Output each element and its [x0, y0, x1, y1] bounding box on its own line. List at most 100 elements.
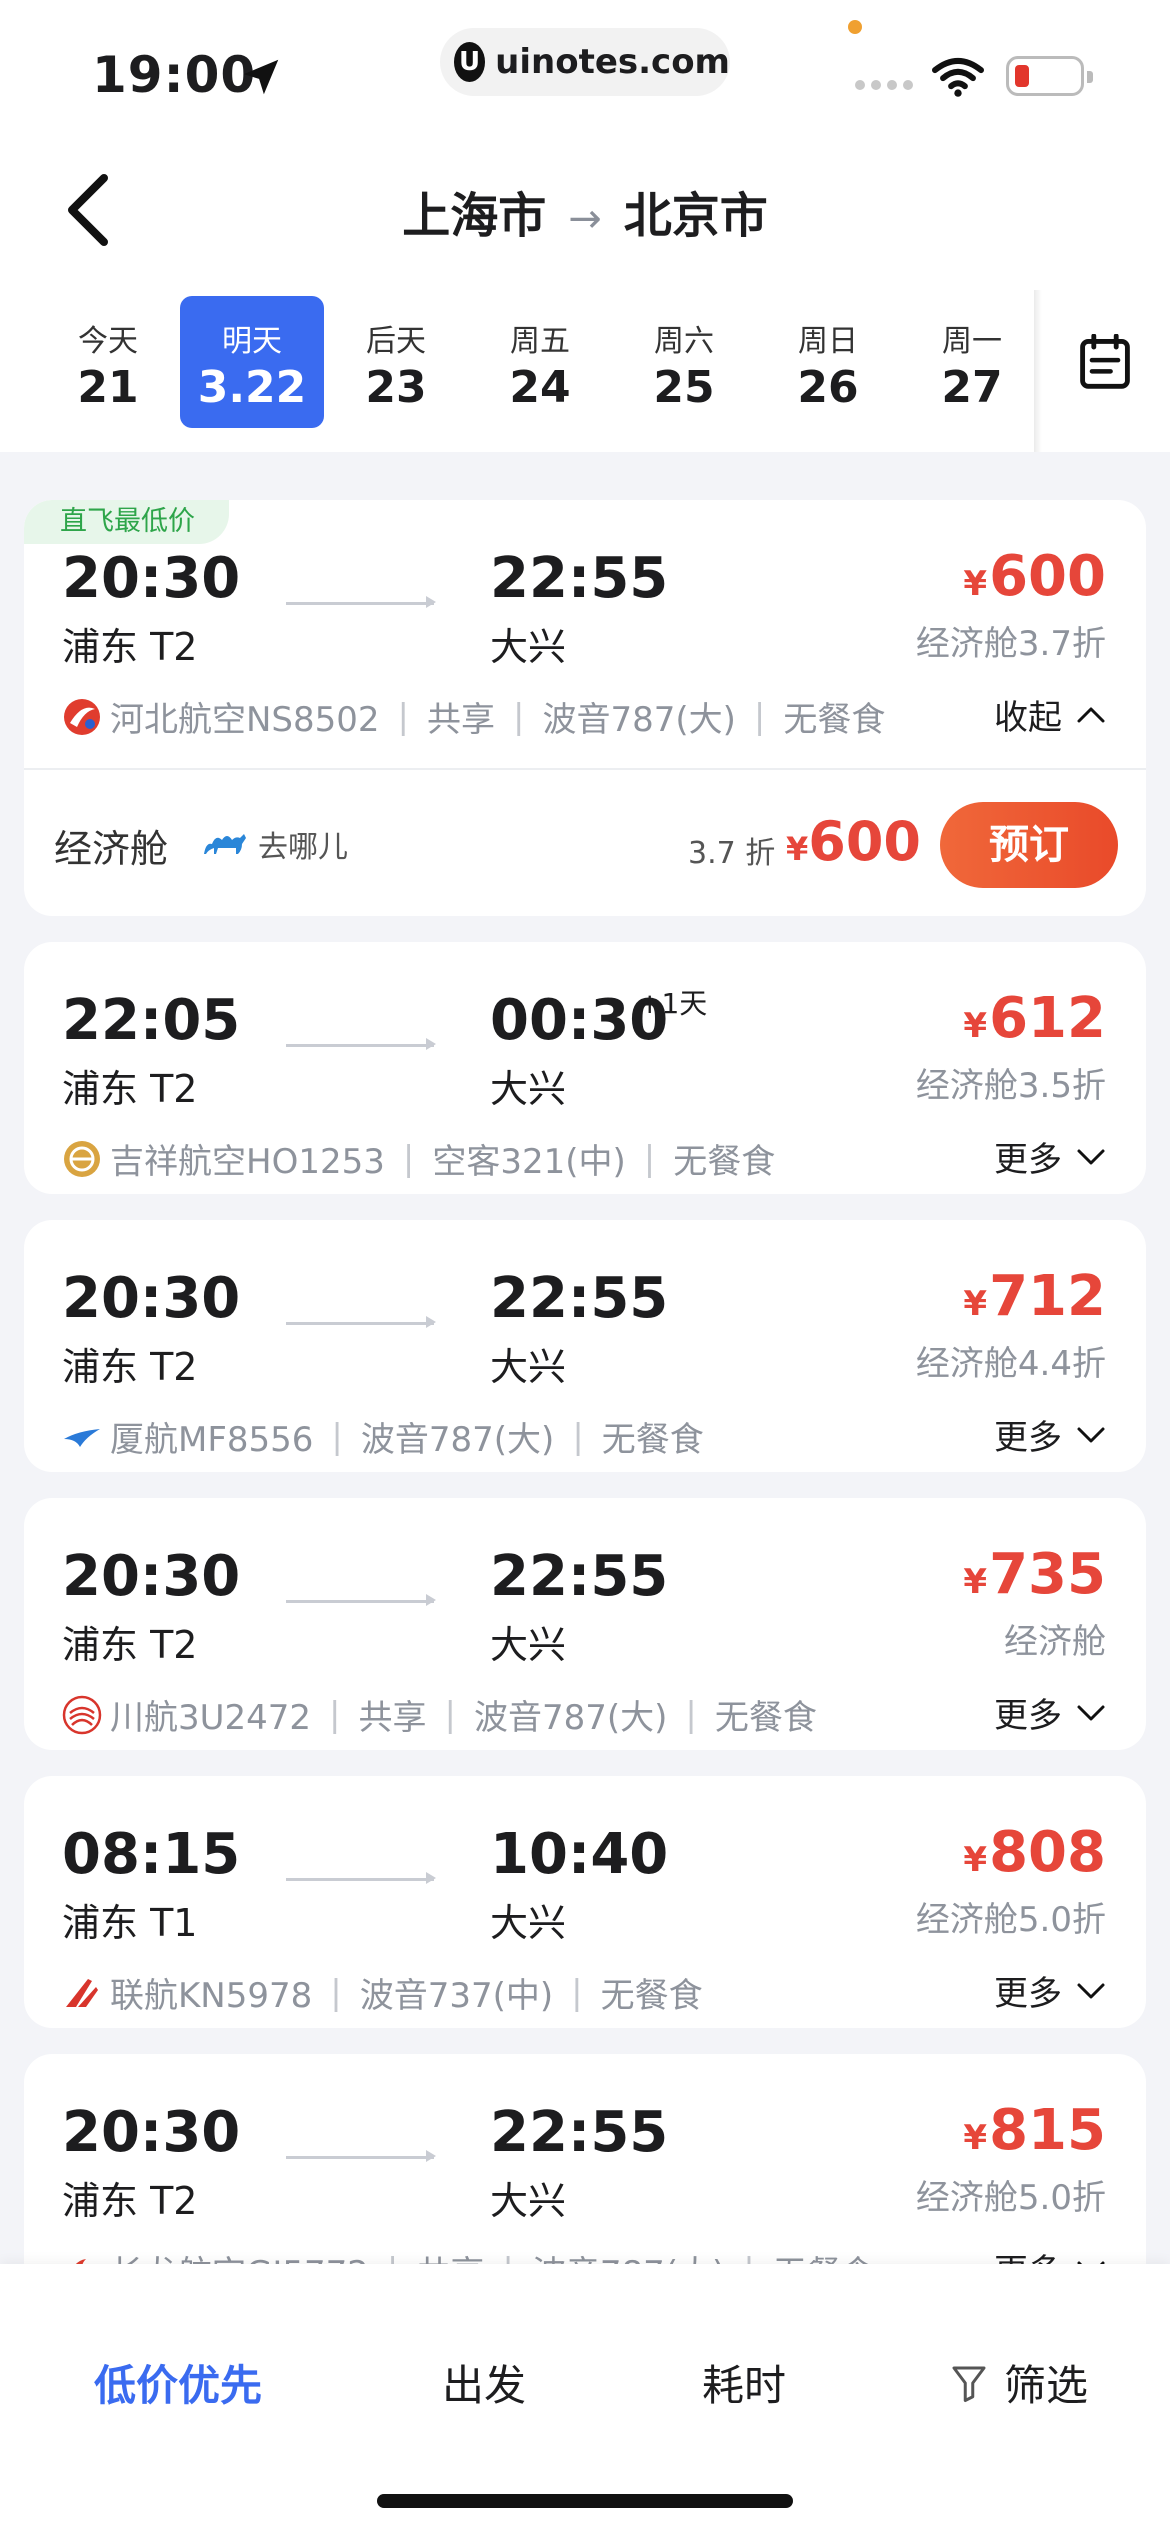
- departure-time: 22:05: [62, 988, 241, 1053]
- toggle-label: 收起: [994, 698, 1062, 738]
- date-day: 3.22: [197, 362, 307, 413]
- meta-divider: |: [685, 1694, 697, 1735]
- book-button[interactable]: 预订: [940, 802, 1118, 888]
- route-arrow-line: [286, 1316, 436, 1328]
- currency-symbol: ¥: [963, 564, 988, 604]
- route-title: 上海市 → 北京市: [0, 176, 1170, 246]
- sort-duration-tab[interactable]: 耗时: [702, 2352, 786, 2413]
- date-item[interactable]: 周一 27: [900, 296, 1044, 428]
- route-arrow-line: [286, 1872, 436, 1884]
- departure-airport: 浦东 T1: [62, 1901, 198, 1945]
- home-indicator[interactable]: [377, 2494, 793, 2508]
- price-value: 612: [989, 986, 1106, 1051]
- more-toggle[interactable]: 更多: [994, 1410, 1106, 1459]
- signal-icon: [855, 80, 913, 90]
- lowest-price-tag: 直飞最低价: [24, 500, 229, 544]
- arrival-time: 22:55: [490, 546, 669, 611]
- meta-divider: |: [643, 1138, 656, 1179]
- date-item[interactable]: 周六 25: [612, 296, 756, 428]
- meal-info: 无餐食: [673, 1142, 776, 1182]
- flight-card[interactable]: 08:15 浦东 T1 10:40 大兴 ¥808 经济舱5.0折 联航KN59…: [24, 1776, 1146, 2028]
- flight-price: ¥600: [963, 544, 1106, 609]
- fare-option-row: 经济舱 去哪儿 3.7 折 ¥600 预订: [24, 768, 1146, 916]
- flight-card[interactable]: 直飞最低价 20:30 浦东 T2 22:55 大兴 ¥600 经济舱3.7折 …: [24, 500, 1146, 916]
- meal-info: 无餐食: [783, 700, 886, 740]
- date-item[interactable]: 今天 21: [36, 296, 180, 428]
- arrival-airport: 大兴: [490, 2179, 567, 2223]
- juneyao-airlines-logo-icon: [64, 1140, 100, 1177]
- date-item[interactable]: 后天 23: [324, 296, 468, 428]
- toggle-label: 更多: [994, 1418, 1062, 1458]
- filter-button[interactable]: 筛选: [950, 2352, 1088, 2413]
- site-logo-icon: U: [454, 42, 486, 82]
- departure-airport: 浦东 T2: [62, 1623, 198, 1667]
- more-toggle[interactable]: 更多: [994, 1132, 1106, 1181]
- route-arrow-line: [286, 1038, 436, 1050]
- chevron-down-icon: [1077, 1149, 1105, 1164]
- currency-symbol: ¥: [963, 1562, 988, 1602]
- meta-divider: |: [402, 1138, 415, 1179]
- flight-meta: 川航3U2472 | 共享 | 波音787(大) | 无餐食: [62, 1690, 817, 1739]
- arrival-airport: 大兴: [490, 625, 567, 669]
- meal-info: 无餐食: [714, 1698, 817, 1738]
- filter-label: 筛选: [1004, 2361, 1089, 2410]
- cabin-discount: 经济舱3.7折: [915, 624, 1106, 664]
- date-day: 26: [797, 362, 859, 413]
- meta-divider: |: [571, 1972, 583, 2013]
- currency-symbol: ¥: [963, 1840, 988, 1880]
- vendor: 去哪儿: [200, 822, 348, 866]
- flight-card[interactable]: 22:05 浦东 T2 00:30 +1天 大兴 ¥612 经济舱3.5折 吉祥…: [24, 942, 1146, 1194]
- departure-time: 20:30: [62, 2100, 241, 2165]
- arrival-airport: 大兴: [490, 1067, 567, 1111]
- date-day: 23: [365, 362, 427, 413]
- location-arrow-icon: [243, 59, 279, 95]
- sort-filter-bar: 低价优先 出发 耗时 筛选: [0, 2264, 1170, 2532]
- flight-card[interactable]: 20:30 浦东 T2 22:55 大兴 ¥712 经济舱4.4折 厦航MF85…: [24, 1220, 1146, 1472]
- date-strip: 今天 21 明天 3.22 后天 23 周五 24 周六 25 周日 26 周一 27: [0, 290, 1170, 452]
- arrival-time: 22:55: [490, 1266, 669, 1331]
- date-day: 25: [653, 362, 715, 413]
- arrival-airport: 大兴: [490, 1901, 567, 1945]
- collapse-toggle[interactable]: 收起: [994, 690, 1106, 739]
- date-item[interactable]: 周五 24: [468, 296, 612, 428]
- toggle-label: 更多: [994, 1696, 1062, 1736]
- arrival-time: 10:40: [490, 1822, 669, 1887]
- departure-time: 20:30: [62, 1266, 241, 1331]
- more-toggle[interactable]: 更多: [994, 1688, 1106, 1737]
- departure-time: 08:15: [62, 1822, 241, 1887]
- camel-logo-icon: [204, 834, 246, 854]
- price-value: 600: [808, 810, 921, 873]
- chevron-down-icon: [1077, 1983, 1105, 1998]
- date-item-selected[interactable]: 明天 3.22: [180, 296, 324, 428]
- route-arrow: →: [568, 196, 602, 242]
- price-value: 712: [989, 1264, 1106, 1329]
- currency-symbol: ¥: [963, 2118, 988, 2158]
- meta-divider: |: [329, 1694, 341, 1735]
- codeshare-label: 共享: [358, 1698, 427, 1738]
- airline-flight-no: 厦航MF8556: [110, 1420, 314, 1460]
- china-united-airlines-logo-icon: [66, 1978, 98, 2007]
- privacy-dot: [848, 20, 862, 34]
- route-from: 上海市: [402, 188, 547, 244]
- flight-price: ¥712: [963, 1264, 1106, 1329]
- more-toggle[interactable]: 更多: [994, 1966, 1106, 2015]
- date-label: 周一: [942, 324, 1002, 359]
- date-label: 周五: [510, 324, 570, 359]
- airline-flight-no: 河北航空NS8502: [110, 700, 380, 740]
- date-label: 明天: [222, 324, 282, 359]
- chevron-down-icon: [1077, 1427, 1105, 1442]
- date-item[interactable]: 周日 26: [756, 296, 900, 428]
- meal-info: 无餐食: [601, 1420, 704, 1460]
- calendar-icon[interactable]: [1078, 334, 1132, 390]
- url-pill: U uinotes.com: [440, 28, 730, 96]
- date-label: 今天: [78, 324, 138, 359]
- sort-departure-tab[interactable]: 出发: [442, 2352, 526, 2413]
- sort-lowest-price-tab[interactable]: 低价优先: [94, 2352, 262, 2413]
- meta-divider: |: [330, 1972, 342, 2013]
- route-arrow-line: [286, 1594, 436, 1606]
- flight-card[interactable]: 20:30 浦东 T2 22:55 大兴 ¥735 经济舱 川航3U2472 |…: [24, 1498, 1146, 1750]
- price-value: 735: [989, 1542, 1106, 1607]
- sichuan-airlines-logo-icon: [62, 1695, 102, 1734]
- flight-meta: 厦航MF8556 | 波音787(大) | 无餐食: [62, 1412, 704, 1461]
- date-day: 27: [941, 362, 1003, 413]
